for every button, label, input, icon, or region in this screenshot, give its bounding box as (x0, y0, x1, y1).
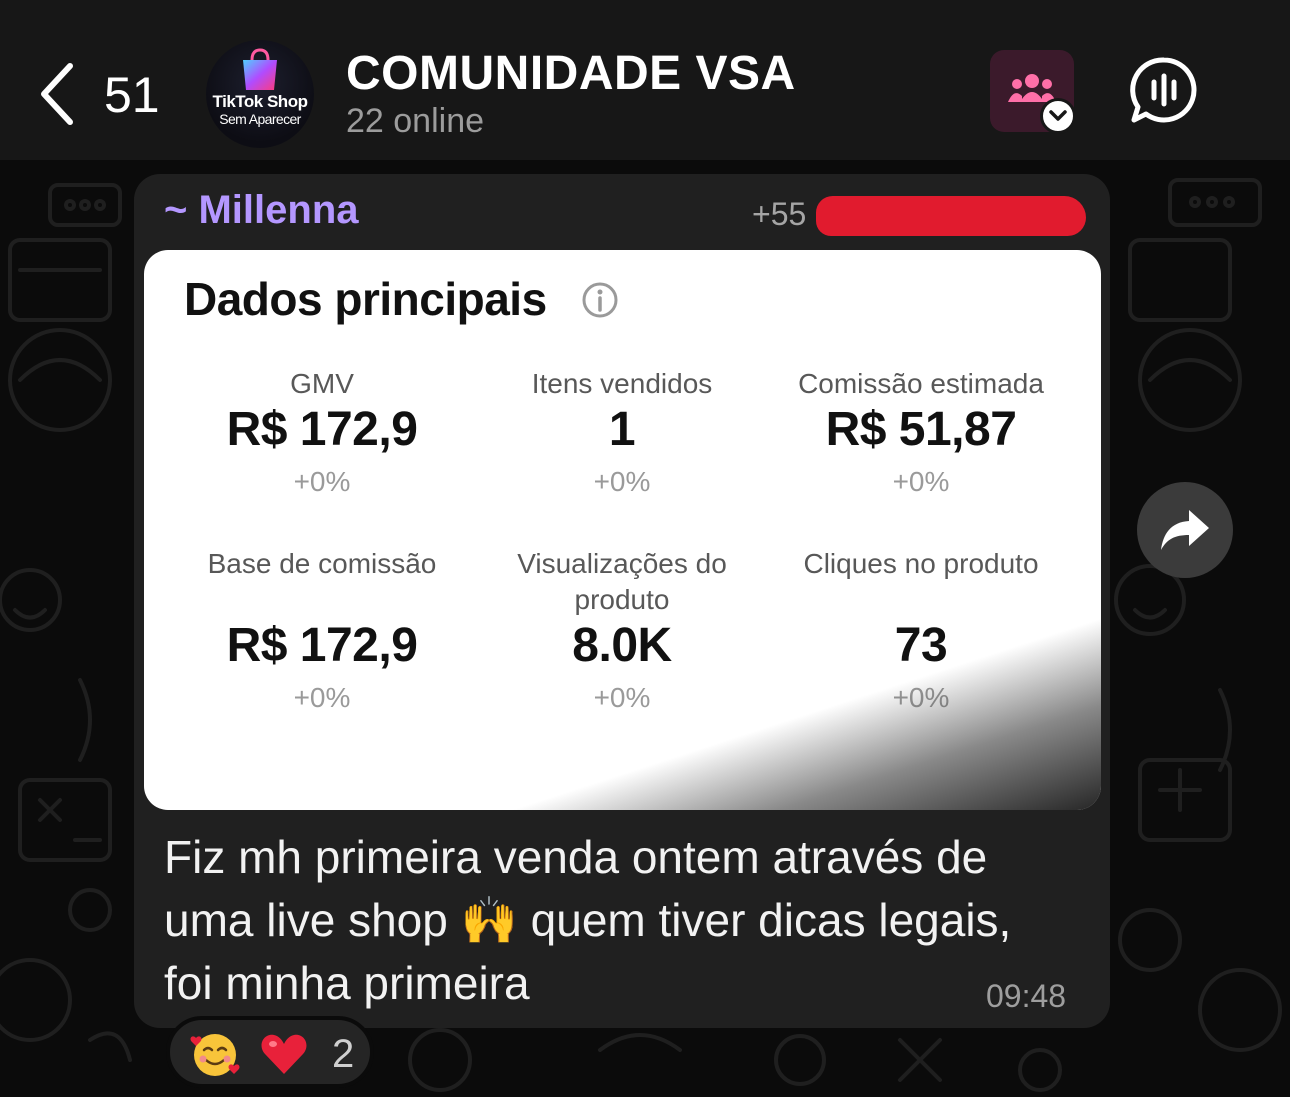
smiling-hearts-emoji-icon (190, 1034, 240, 1076)
redaction-mark (816, 196, 1086, 236)
metric-label: Visualizações do produto (517, 548, 727, 615)
sender-phone: +55 (752, 196, 807, 232)
metric-label: Comissão estimada (798, 368, 1044, 399)
metric-delta: +0% (892, 682, 950, 713)
metric-label: GMV (290, 368, 354, 399)
message-line: foi minha primeira (164, 957, 530, 1009)
message-time: 09:48 (986, 978, 1067, 1014)
reaction-count: 2 (332, 1032, 355, 1076)
metric-value: 73 (894, 619, 948, 672)
metric-gmv: GMV R$ 172,9 +0% (172, 366, 472, 502)
metric-value: R$ 172,9 (226, 619, 418, 672)
metric-estimated-commission: Comissão estimada R$ 51,87 +0% (771, 366, 1071, 502)
metric-label: Itens vendidos (531, 368, 713, 399)
unread-count[interactable]: 51 (104, 66, 160, 124)
chevron-left-icon[interactable] (36, 62, 76, 126)
metric-product-views: Visualizações do produto 8.0K +0% (472, 546, 772, 718)
image-shadow (144, 250, 1101, 810)
metric-delta: +0% (293, 466, 351, 497)
metric-value: 1 (608, 403, 636, 456)
group-avatar[interactable]: TikTok Shop Sem Aparecer (206, 40, 314, 148)
metric-product-clicks: Cliques no produto 73 +0% (771, 546, 1071, 718)
message-text: Fiz mh primeira venda ontem através de u… (164, 826, 1094, 1015)
image-title: Dados principais (184, 273, 547, 325)
forward-arrow-icon (1161, 510, 1209, 550)
sender-name[interactable]: ~ Millenna (164, 188, 359, 233)
metric-delta: +0% (892, 466, 950, 497)
metric-value: 8.0K (572, 619, 672, 672)
metric-delta: +0% (293, 682, 351, 713)
metric-label: Base de comissão (207, 548, 437, 579)
metric-delta: +0% (593, 682, 651, 713)
dropdown-badge (1040, 98, 1076, 134)
metric-commission-base: Base de comissão R$ 172,9 +0% (172, 546, 472, 718)
voice-chat-icon[interactable] (1130, 56, 1198, 124)
group-members-button[interactable] (990, 50, 1076, 134)
metric-label: Cliques no produto (803, 548, 1039, 579)
red-heart-icon (261, 1034, 307, 1074)
metric-value: R$ 172,9 (226, 403, 418, 456)
forward-button[interactable] (1137, 482, 1233, 578)
info-icon (582, 282, 618, 318)
reactions-bar[interactable]: 2 (166, 1016, 374, 1088)
metric-items-sold: Itens vendidos 1 +0% (472, 366, 772, 502)
avatar-line-2: Sem Aparecer (219, 111, 301, 127)
shopping-bag-icon (243, 48, 277, 90)
chat-title[interactable]: COMUNIDADE VSA (346, 46, 796, 101)
metric-value: R$ 51,87 (825, 403, 1017, 456)
avatar-line-1: TikTok Shop (212, 92, 308, 111)
message-line: Fiz mh primeira venda ontem através de (164, 831, 988, 883)
message-line: uma live shop 🙌 quem tiver dicas legais, (164, 894, 1012, 946)
screenshot-image[interactable]: Dados principais GMV R$ 172,9 +0% Itens … (144, 250, 1101, 810)
chevron-down-icon (1049, 110, 1067, 121)
metric-delta: +0% (593, 466, 651, 497)
online-status: 22 online (346, 102, 485, 140)
